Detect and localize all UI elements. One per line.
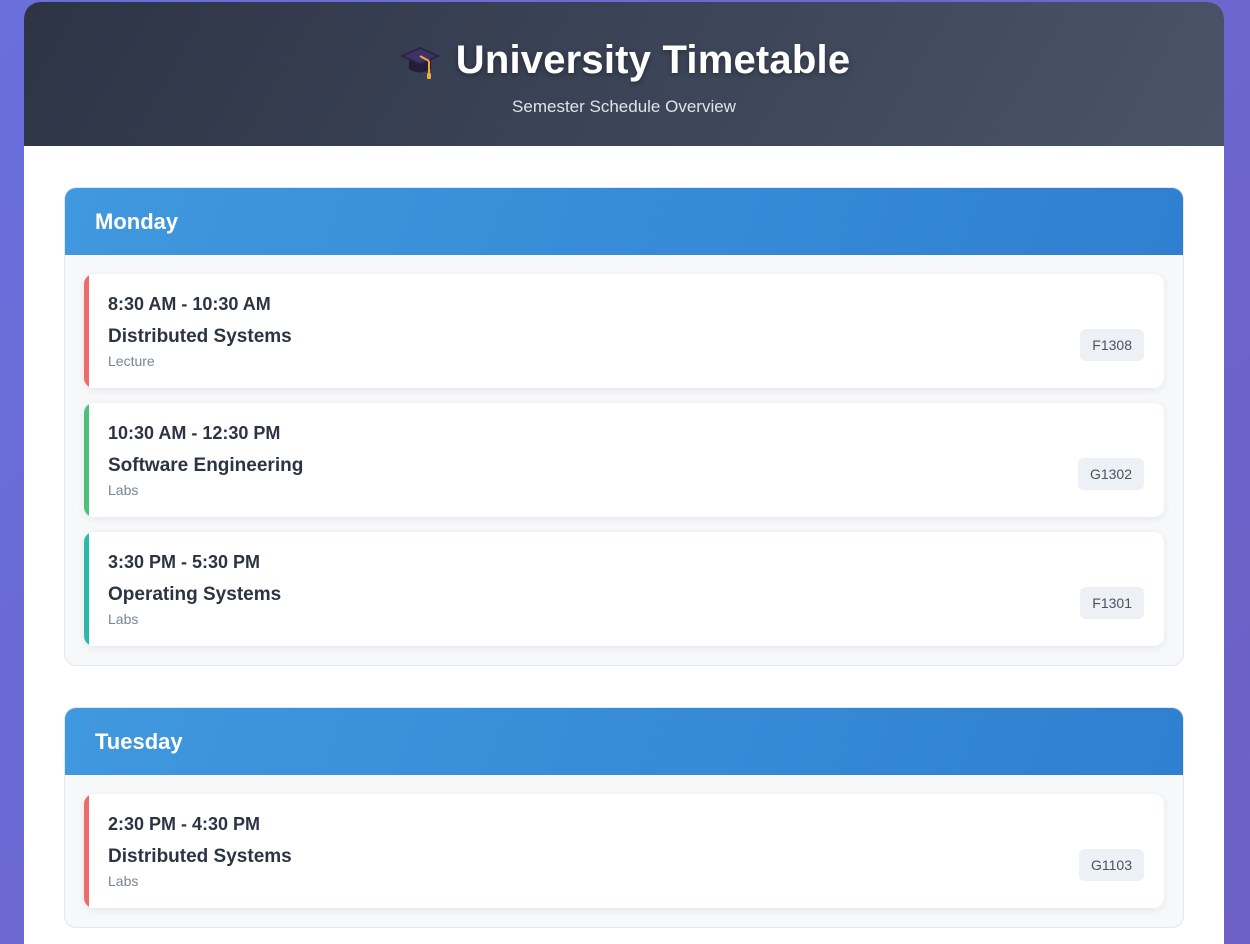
class-slot[interactable]: 3:30 PM - 5:30 PM Operating Systems Labs… [84,532,1164,646]
page-subtitle: Semester Schedule Overview [512,97,736,116]
slot-accent-bar [84,532,89,646]
schedule-content: Monday 8:30 AM - 10:30 AM Distributed Sy… [24,146,1224,928]
slot-accent-bar [84,274,89,388]
room-badge: G1302 [1077,458,1144,490]
slot-type: Labs [108,873,139,889]
day-header: Monday [65,188,1183,255]
page-title: University Timetable [455,38,851,82]
class-slot[interactable]: 10:30 AM - 12:30 PM Software Engineering… [84,403,1164,517]
day-slots: 8:30 AM - 10:30 AM Distributed Systems L… [65,255,1183,665]
slot-type: Labs [108,482,139,498]
day-section-tuesday: Tuesday 2:30 PM - 4:30 PM Distributed Sy… [64,707,1184,928]
room-badge: F1301 [1080,587,1144,619]
slot-time: 2:30 PM - 4:30 PM [108,814,261,834]
graduation-cap-icon [398,41,442,81]
page-header: University Timetable Semester Schedule O… [24,2,1224,146]
slot-accent-bar [84,403,89,517]
day-section-monday: Monday 8:30 AM - 10:30 AM Distributed Sy… [64,187,1184,666]
slot-course: Software Engineering [108,455,304,476]
slot-course: Operating Systems [108,584,282,605]
slot-course: Distributed Systems [108,326,292,347]
timetable-card: University Timetable Semester Schedule O… [24,2,1224,944]
day-header: Tuesday [65,708,1183,775]
slot-time: 8:30 AM - 10:30 AM [108,294,271,314]
room-badge: G1103 [1079,849,1144,881]
slot-time: 3:30 PM - 5:30 PM [108,552,261,572]
slot-type: Lecture [108,353,155,369]
class-slot[interactable]: 2:30 PM - 4:30 PM Distributed Systems La… [84,794,1164,908]
class-slot[interactable]: 8:30 AM - 10:30 AM Distributed Systems L… [84,274,1164,388]
title-row: University Timetable [24,38,1224,83]
slot-time: 10:30 AM - 12:30 PM [108,423,281,443]
room-badge: F1308 [1080,329,1144,361]
slot-type: Labs [108,611,139,627]
slot-accent-bar [84,794,89,908]
day-slots: 2:30 PM - 4:30 PM Distributed Systems La… [65,775,1183,927]
slot-course: Distributed Systems [108,846,292,867]
